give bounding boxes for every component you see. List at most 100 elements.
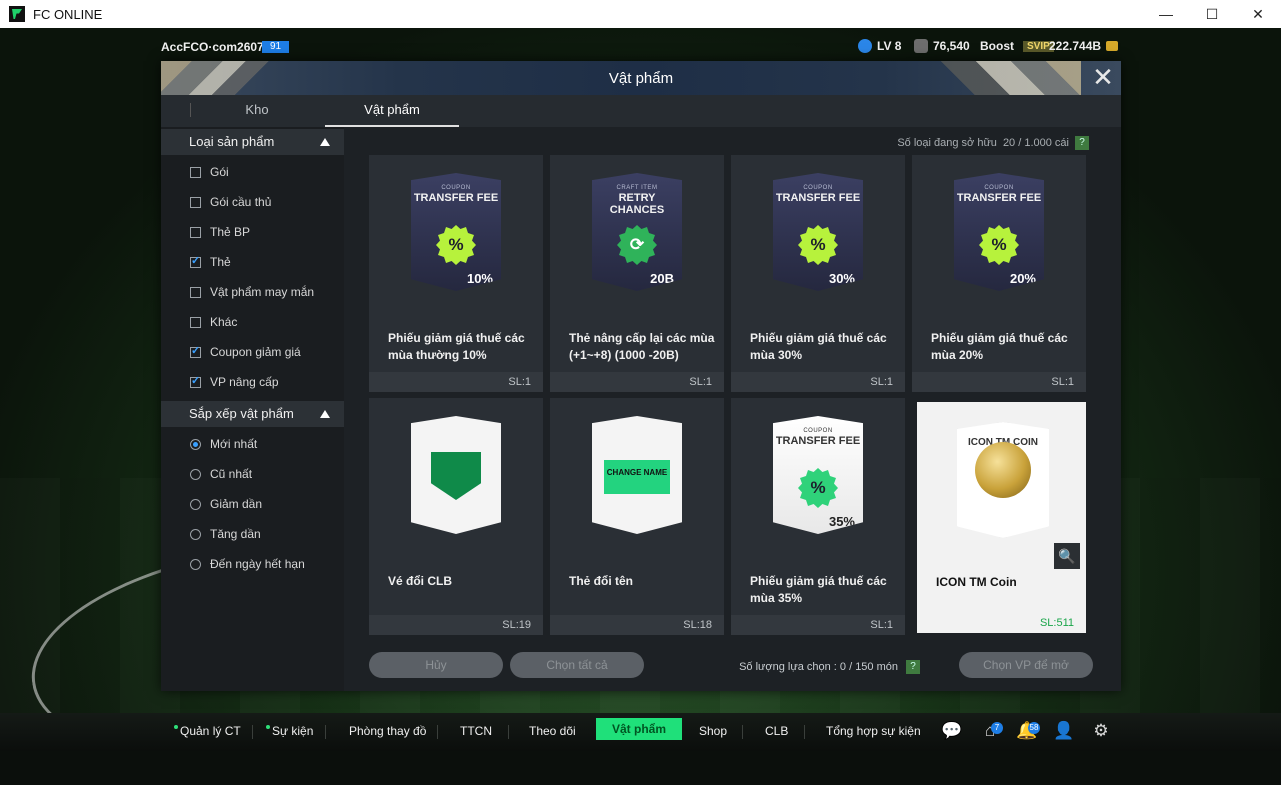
minimize-button[interactable]: — <box>1143 0 1189 28</box>
help-icon[interactable]: ? <box>1075 136 1089 150</box>
magnifier-icon[interactable]: 🔍 <box>1054 543 1080 569</box>
nav-divider <box>325 725 326 739</box>
item-card[interactable]: COUPON TRANSFER FEE % 35% Phiếu giảm giá… <box>731 398 905 635</box>
points-stat: 76,540 <box>914 39 970 53</box>
percent-badge-icon: % <box>798 225 838 265</box>
nav-quan-ly-ct[interactable]: Quản lý CT <box>174 724 241 738</box>
percent-badge-icon: % <box>979 225 1019 265</box>
tab-kho[interactable]: Kho <box>201 95 313 125</box>
filter-label: Vật phẩm may mắn <box>210 285 315 299</box>
item-qty: SL:1 <box>508 376 531 388</box>
close-window-button[interactable]: ✕ <box>1235 0 1281 28</box>
filter-vat-pham-may-man[interactable]: Vật phẩm may mắn <box>190 283 314 301</box>
sort-den-ngay-het-han[interactable]: Đến ngày hết hạn <box>190 555 305 573</box>
level-stat: LV 8 <box>858 39 901 53</box>
item-card[interactable]: COUPON TRANSFER FEE % 20% Phiếu giảm giá… <box>912 155 1086 392</box>
coupon-graphic: COUPON TRANSFER FEE % 30% <box>773 173 863 291</box>
radio-icon <box>190 558 201 570</box>
maximize-button[interactable]: ☐ <box>1189 0 1235 28</box>
radio-icon <box>190 528 201 540</box>
cancel-button[interactable]: Hủy <box>369 652 503 678</box>
item-qty: SL:511 <box>1039 617 1074 629</box>
panel-header: Vật phẩm ✕ <box>161 61 1121 95</box>
retry-arrows-icon: ⟳ <box>617 225 657 265</box>
item-card[interactable]: CRAFT ITEM RETRY CHANCES ⟳ 20B Thẻ nâng … <box>550 155 724 392</box>
radio-selected-icon <box>190 438 201 450</box>
item-name: ICON TM Coin <box>936 575 1017 589</box>
points-text: 76,540 <box>933 39 970 53</box>
panel-title: Vật phẩm <box>608 70 674 87</box>
checkbox-icon <box>190 286 201 298</box>
nav-shop[interactable]: Shop <box>699 724 727 738</box>
close-icon[interactable]: ✕ <box>1091 64 1115 90</box>
coupon-title: RETRY CHANCES <box>609 192 665 216</box>
profile-icon[interactable]: 👤 <box>1053 720 1075 742</box>
home-badge: 7 <box>991 722 1003 734</box>
chat-icon[interactable]: 💬 <box>941 720 963 742</box>
account-badge: 91 <box>262 41 290 53</box>
bell-badge: 58 <box>1028 722 1040 734</box>
balance-text: 222.744B <box>1049 39 1102 53</box>
level-text: LV 8 <box>877 39 902 53</box>
item-card[interactable]: Vé đổi CLB SL:19 <box>369 398 543 635</box>
boost-stat[interactable]: Boost SVIP <box>980 39 1054 53</box>
sort-label: Tăng dần <box>210 527 261 541</box>
level-icon <box>858 39 872 53</box>
nav-divider <box>804 725 805 739</box>
open-item-button[interactable]: Chọn VP để mở <box>959 652 1093 678</box>
filter-the[interactable]: Thẻ <box>190 253 231 271</box>
nav-vat-pham[interactable]: Vật phẩm <box>596 718 683 740</box>
nav-clb[interactable]: CLB <box>765 724 788 738</box>
nav-label: Quản lý CT <box>180 724 241 738</box>
window-title: FC ONLINE <box>33 6 103 22</box>
nav-ttcn[interactable]: TTCN <box>460 724 492 738</box>
filter-the-bp[interactable]: Thẻ BP <box>190 223 250 241</box>
coupon-graphic: COUPON TRANSFER FEE % 20% <box>954 173 1044 291</box>
sort-cu-nhat[interactable]: Cũ nhất <box>190 465 252 483</box>
item-card[interactable]: COUPON TRANSFER FEE % 30% Phiếu giảm giá… <box>731 155 905 392</box>
filter-label: Coupon giảm giá <box>210 345 301 359</box>
bell-icon[interactable]: 🔔 58 <box>1016 720 1040 742</box>
item-card-selected[interactable]: ICON TM COIN 🔍 ICON TM Coin SL:511 <box>917 402 1086 633</box>
rename-card-graphic: CHANGE NAME <box>592 416 682 534</box>
filter-goi-cau-thu[interactable]: Gói cầu thủ <box>190 193 271 211</box>
filter-khac[interactable]: Khác <box>190 313 237 331</box>
sort-giam-dan[interactable]: Giảm dần <box>190 495 262 513</box>
filter-coupon[interactable]: Coupon giảm giá <box>190 343 301 361</box>
gear-icon[interactable]: ⚙ <box>1090 720 1112 742</box>
coupon-graphic: COUPON TRANSFER FEE % 10% <box>411 173 501 291</box>
nav-divider <box>742 725 743 739</box>
nav-divider <box>508 725 509 739</box>
coupon-tag: COUPON <box>803 185 833 191</box>
item-qty: SL:18 <box>683 619 712 631</box>
sort-header[interactable]: Sắp xếp vật phẩm <box>161 401 344 427</box>
item-card[interactable]: CHANGE NAME Thẻ đổi tên SL:18 <box>550 398 724 635</box>
balance-stat: 222.744B <box>1049 39 1119 53</box>
nav-su-kien[interactable]: Sự kiện <box>266 724 313 738</box>
item-card[interactable]: COUPON TRANSFER FEE % 10% Phiếu giảm giá… <box>369 155 543 392</box>
owned-value: 20 / 1.000 cái <box>1002 137 1069 149</box>
home-icon[interactable]: ⌂ 7 <box>979 720 1003 742</box>
tab-divider <box>190 103 191 117</box>
nav-tong-hop-su-kien[interactable]: Tổng hợp sự kiện <box>826 724 921 738</box>
filter-vp-nang-cap[interactable]: VP nâng cấp <box>190 373 279 391</box>
coupon-value: 20B <box>650 271 674 286</box>
sort-tang-dan[interactable]: Tăng dần <box>190 525 261 543</box>
coupon-title: TRANSFER FEE <box>775 192 861 204</box>
coupon-tag: CRAFT ITEM <box>616 185 658 191</box>
nav-divider <box>437 725 438 739</box>
nav-theo-doi[interactable]: Theo dõi <box>529 724 576 738</box>
filter-goi[interactable]: Gói <box>190 163 229 181</box>
filter-label: VP nâng cấp <box>210 375 279 389</box>
item-name: Thẻ nâng cấp lại các mùa (+1~+8) (1000 -… <box>569 331 715 362</box>
nav-phong-thay-do[interactable]: Phòng thay đồ <box>349 724 426 738</box>
club-emblem-icon <box>431 452 481 500</box>
nav-divider <box>252 725 253 739</box>
bottom-nav: Quản lý CT Sự kiện Phòng thay đồ TTCN Th… <box>0 713 1281 751</box>
filter-header[interactable]: Loại sản phẩm <box>161 129 344 155</box>
select-all-button[interactable]: Chọn tất cả <box>510 652 644 678</box>
owned-label: Số loại đang sở hữu <box>897 137 997 149</box>
tab-vat-pham[interactable]: Vật phẩm <box>325 95 459 127</box>
sort-moi-nhat[interactable]: Mới nhất <box>190 435 257 453</box>
help-icon[interactable]: ? <box>906 660 920 674</box>
